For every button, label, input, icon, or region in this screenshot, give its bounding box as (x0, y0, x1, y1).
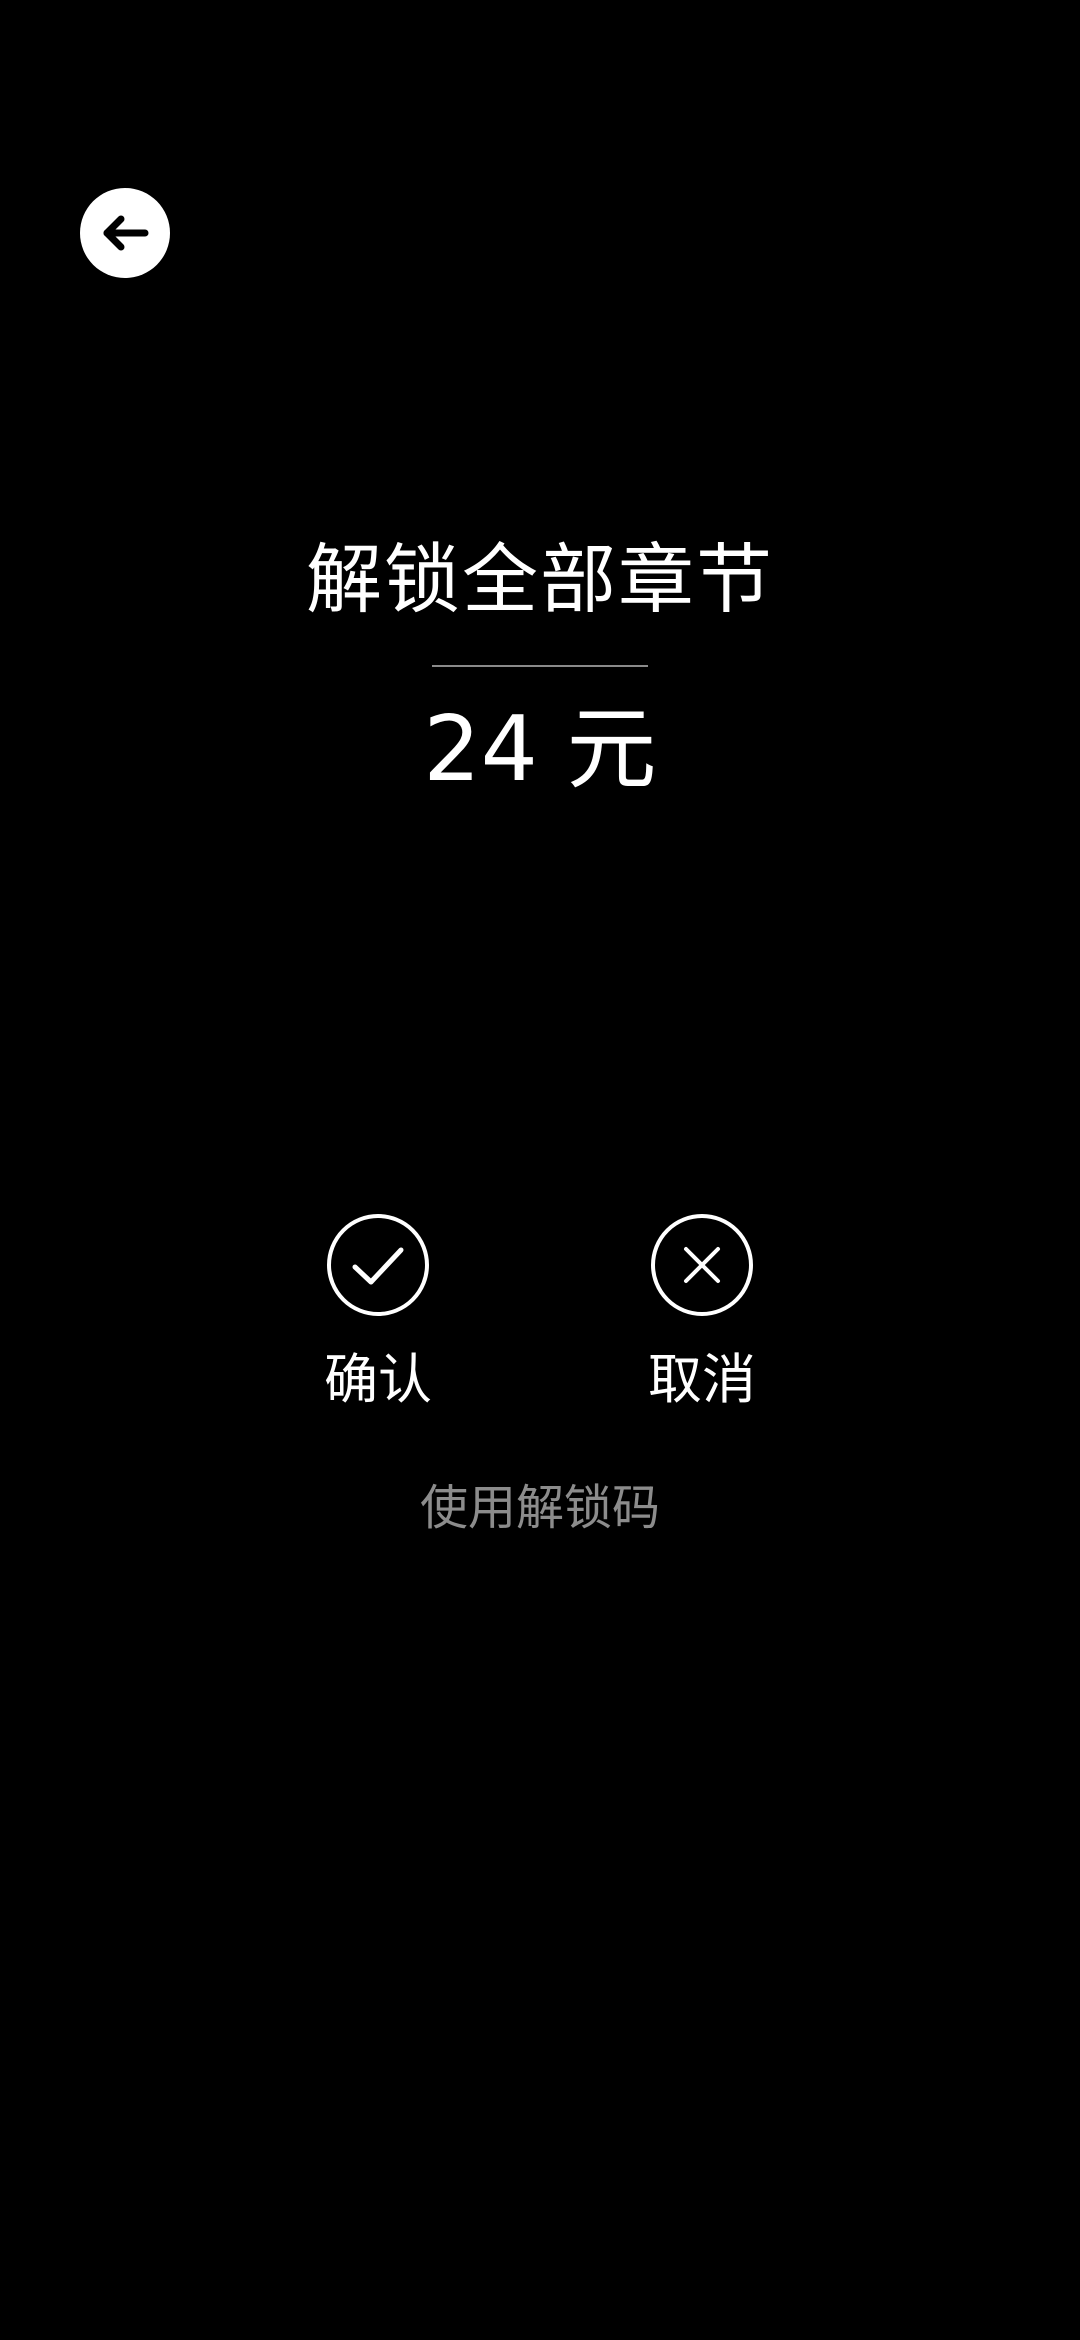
confirm-label: 确认 (324, 1348, 432, 1411)
arrow-left-icon (103, 215, 149, 251)
price-label: 24 元 (423, 697, 657, 802)
page-title: 解锁全部章节 (306, 535, 774, 624)
use-unlock-code-link[interactable]: 使用解锁码 (0, 1476, 1080, 1540)
check-circle-icon (327, 1214, 429, 1316)
cancel-button[interactable]: 取消 (602, 1213, 802, 1415)
back-button[interactable] (80, 188, 170, 278)
title-divider (432, 665, 648, 667)
x-circle-icon (651, 1214, 753, 1316)
confirm-button[interactable]: 确认 (278, 1213, 478, 1415)
cancel-label: 取消 (648, 1348, 756, 1411)
